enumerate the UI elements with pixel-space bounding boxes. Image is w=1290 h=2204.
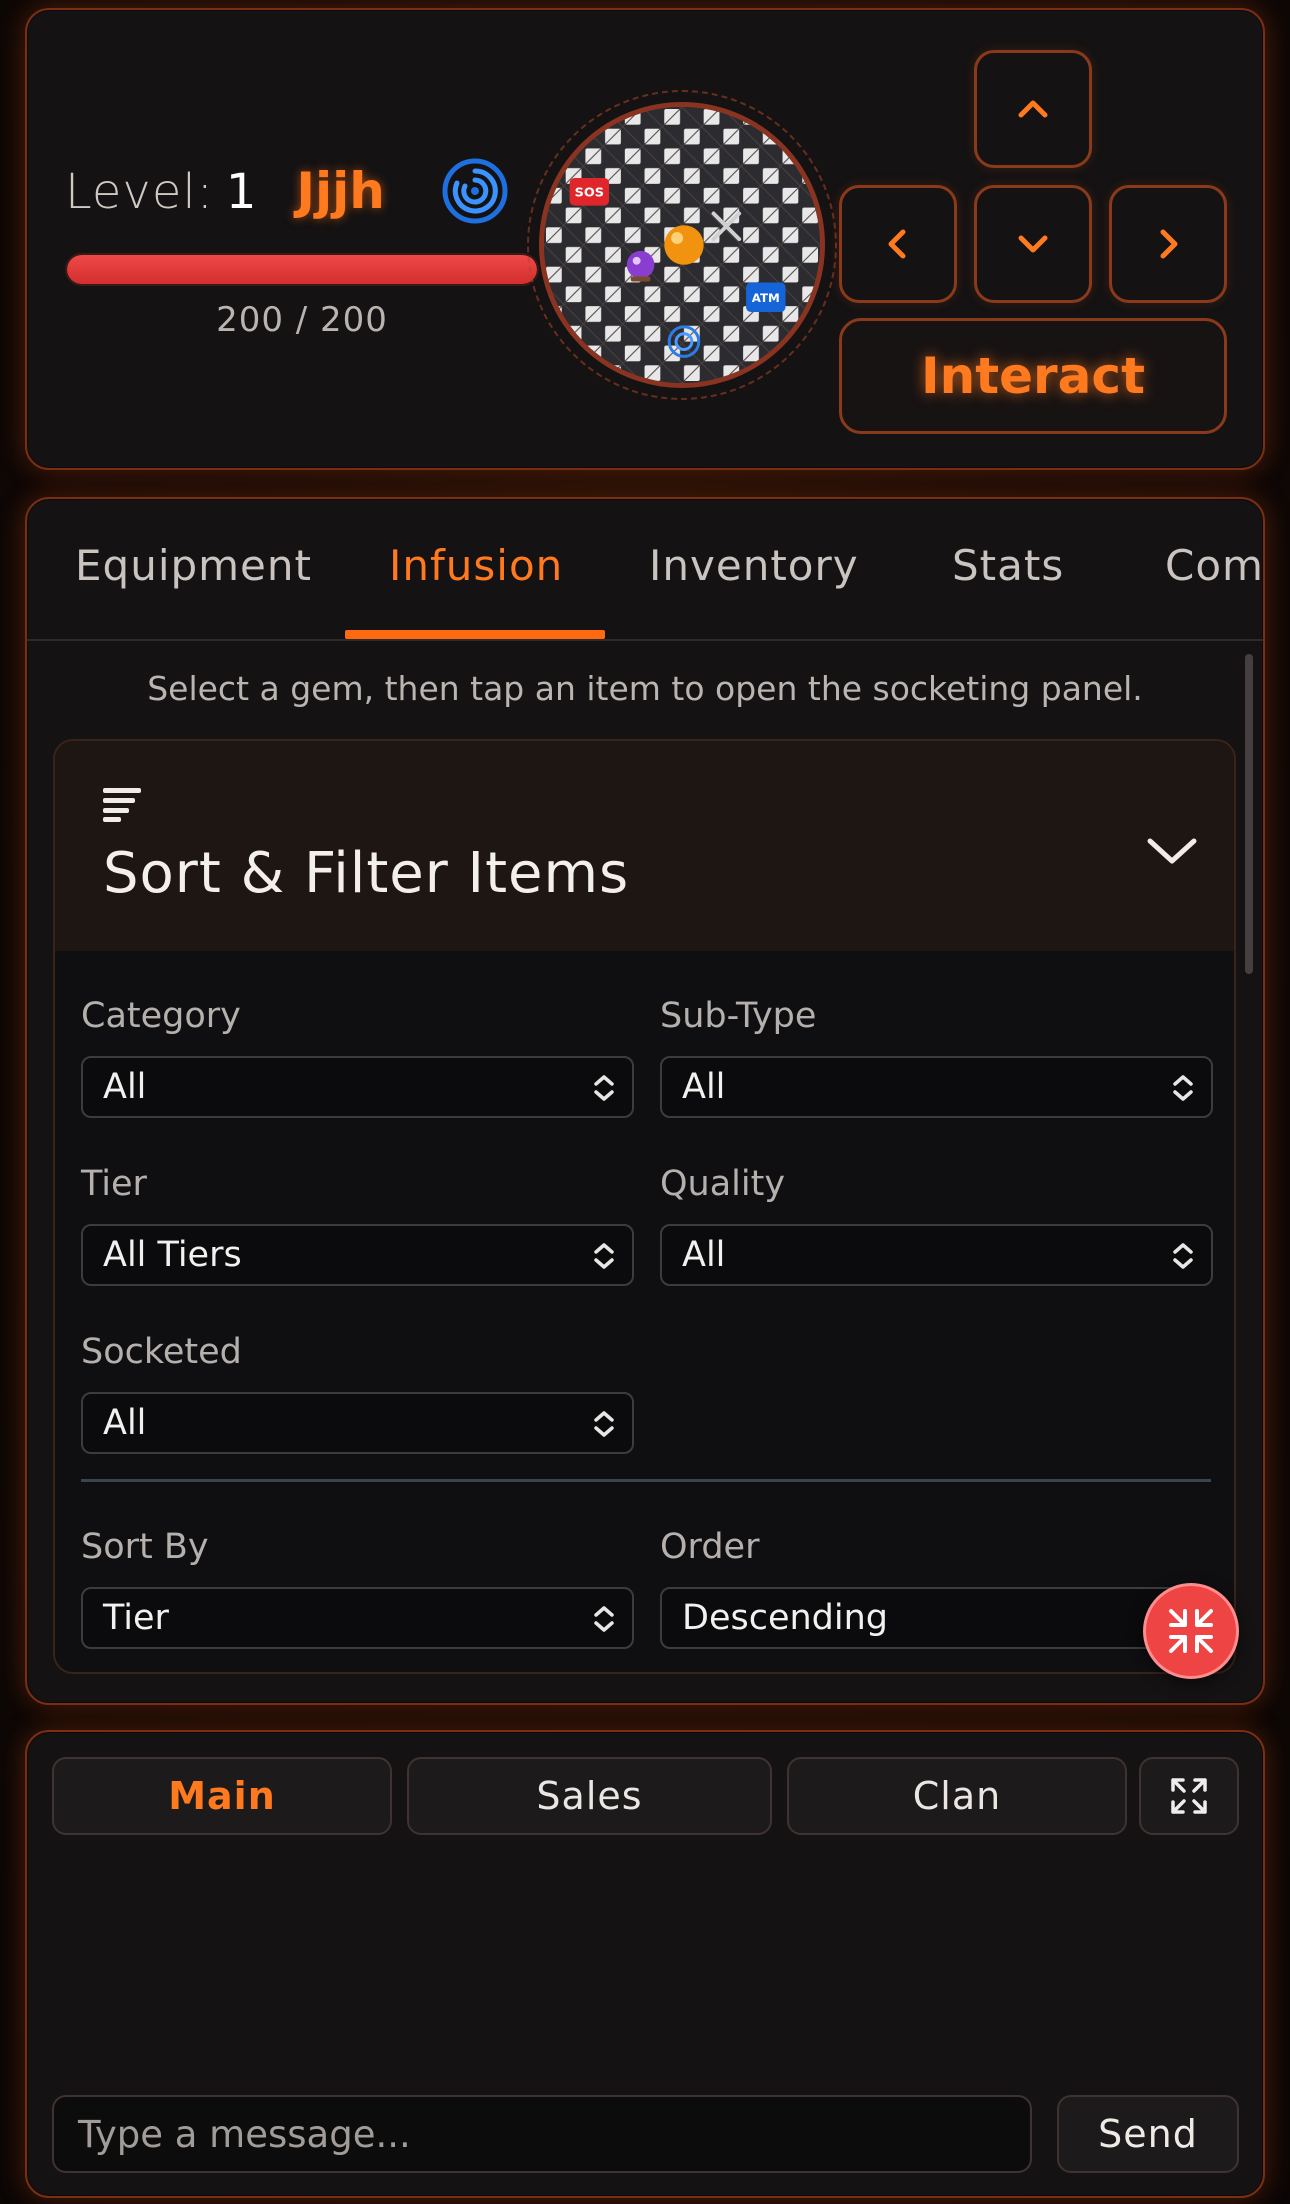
hp-bar: [65, 253, 539, 286]
player-orb-icon: [664, 225, 704, 265]
cyclone-icon: [442, 158, 508, 224]
quality-select[interactable]: All: [660, 1224, 1213, 1286]
tier-value: All Tiers: [103, 1235, 242, 1275]
svg-text:SOS: SOS: [575, 186, 604, 201]
sort-by-select[interactable]: Tier: [81, 1587, 634, 1649]
main-panel: Equipment Infusion Inventory Stats Comb …: [25, 497, 1265, 1705]
scrollbar[interactable]: [1245, 654, 1253, 974]
tab-equipment[interactable]: Equipment: [75, 541, 312, 639]
chevron-right-icon: [1160, 229, 1178, 259]
interact-button[interactable]: Interact: [839, 318, 1227, 434]
sort-by-value: Tier: [103, 1598, 169, 1638]
tab-bar: Equipment Infusion Inventory Stats Comb: [27, 499, 1263, 641]
select-arrows-icon: [594, 1075, 614, 1101]
sort-filter-card: Sort & Filter Items Category All Sub-Typ…: [53, 739, 1236, 1674]
tab-stats[interactable]: Stats: [952, 541, 1064, 639]
hud-panel: Level: 1 Jjjh 200 / 200 SOS ATM Interact: [25, 8, 1265, 470]
fullscreen-toggle-button[interactable]: [1143, 1583, 1239, 1679]
quality-value: All: [682, 1235, 726, 1275]
sort-filter-title: Sort & Filter Items: [103, 841, 630, 906]
minimap-view: SOS ATM: [539, 102, 825, 388]
chat-tab-clan[interactable]: Clan: [787, 1757, 1127, 1835]
chevron-down-icon: [1018, 235, 1048, 253]
select-arrows-icon: [1173, 1075, 1193, 1101]
send-button[interactable]: Send: [1057, 2095, 1239, 2173]
move-right-button[interactable]: [1109, 185, 1227, 303]
filter-lines-icon: [103, 788, 141, 822]
tier-label: Tier: [81, 1164, 147, 1204]
hp-text: 200 / 200: [216, 300, 388, 340]
minimap[interactable]: SOS ATM: [527, 90, 837, 400]
category-select[interactable]: All: [81, 1056, 634, 1118]
chat-message-input[interactable]: Type a message...: [52, 2095, 1032, 2173]
chevron-down-icon[interactable]: [1145, 833, 1199, 869]
level-value: 1: [225, 164, 257, 220]
tab-infusion[interactable]: Infusion: [389, 541, 563, 639]
subtype-label: Sub-Type: [660, 996, 817, 1036]
tier-select[interactable]: All Tiers: [81, 1224, 634, 1286]
chat-tab-sales[interactable]: Sales: [407, 1757, 772, 1835]
chat-panel: Main Sales Clan Type a message... Send: [25, 1730, 1265, 2198]
order-label: Order: [660, 1527, 760, 1567]
category-value: All: [103, 1067, 147, 1107]
tab-inventory[interactable]: Inventory: [649, 541, 859, 639]
expand-arrows-icon: [1171, 1778, 1207, 1814]
sort-by-label: Sort By: [81, 1527, 209, 1567]
level-label: Level:: [65, 164, 214, 220]
socketed-value: All: [103, 1403, 147, 1443]
chat-tab-main[interactable]: Main: [52, 1757, 392, 1835]
sos-icon: SOS: [569, 177, 610, 206]
select-arrows-icon: [594, 1606, 614, 1632]
hp-fill: [67, 255, 537, 284]
filter-divider: [81, 1479, 1211, 1482]
order-select[interactable]: Descending: [660, 1587, 1213, 1649]
chevron-up-icon: [1018, 100, 1048, 118]
socketed-select[interactable]: All: [81, 1392, 634, 1454]
select-arrows-icon: [594, 1243, 614, 1269]
category-label: Category: [81, 996, 241, 1036]
subtype-select[interactable]: All: [660, 1056, 1213, 1118]
socketed-label: Socketed: [81, 1332, 242, 1372]
select-arrows-icon: [1173, 1243, 1193, 1269]
minimap-grid: SOS ATM: [544, 107, 820, 383]
chat-input-placeholder: Type a message...: [78, 2112, 411, 2156]
tab-comb[interactable]: Comb: [1165, 541, 1263, 639]
chat-expand-button[interactable]: [1139, 1757, 1239, 1835]
collapse-arrows-icon: [1169, 1609, 1213, 1653]
sort-filter-header[interactable]: Sort & Filter Items: [55, 741, 1234, 951]
level-row: Level: 1 Jjjh: [65, 162, 385, 220]
move-left-button[interactable]: [839, 185, 957, 303]
move-down-button[interactable]: [974, 185, 1092, 303]
svg-text:ATM: ATM: [752, 291, 780, 305]
select-arrows-icon: [594, 1411, 614, 1437]
move-up-button[interactable]: [974, 50, 1092, 168]
quality-label: Quality: [660, 1164, 786, 1204]
subtype-value: All: [682, 1067, 726, 1107]
active-tab-indicator: [345, 630, 605, 639]
chevron-left-icon: [888, 229, 906, 259]
atm-icon: ATM: [746, 282, 786, 313]
order-value: Descending: [682, 1598, 889, 1638]
player-name: Jjjh: [296, 162, 385, 220]
infusion-hint: Select a gem, then tap an item to open t…: [147, 669, 1143, 708]
